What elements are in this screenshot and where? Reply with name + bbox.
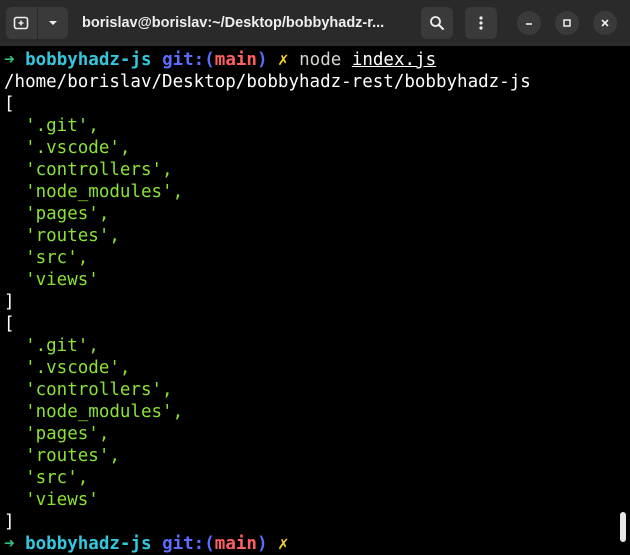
array-item: 'controllers', (25, 160, 173, 180)
array-item: '.vscode', (25, 138, 131, 158)
prompt-line: ➜ bobbyhadz-js git:(main) ✗ node index.j… (4, 50, 437, 70)
prompt-dirty-marker: ✗ (278, 534, 289, 554)
command-argument: index.js (351, 50, 437, 70)
array-item: 'pages', (25, 204, 110, 224)
prompt-git-label: git: (162, 534, 205, 554)
array-item: 'routes', (25, 226, 120, 246)
array-item: 'routes', (25, 446, 120, 466)
prompt-arrow: ➜ (4, 50, 15, 70)
close-icon (601, 19, 609, 27)
scrollbar-thumb[interactable] (620, 512, 626, 542)
array-item: '.vscode', (25, 358, 131, 378)
cwd-output: /home/borislav/Desktop/bobbyhadz-rest/bo… (4, 72, 531, 92)
terminal-output[interactable]: ➜ bobbyhadz-js git:(main) ✗ node index.j… (0, 47, 616, 555)
array-item: 'views' (25, 270, 99, 290)
new-tab-icon (13, 16, 29, 30)
array-item: '.git', (25, 336, 99, 356)
search-button[interactable] (421, 7, 453, 39)
search-icon (430, 16, 444, 30)
array-close-bracket: ] (4, 292, 15, 312)
array-item: 'src', (25, 468, 89, 488)
command-name: node (299, 50, 342, 70)
prompt-dirty-marker: ✗ (278, 50, 289, 70)
new-tab-split-button (6, 7, 68, 39)
minimize-button[interactable] (517, 11, 541, 35)
menu-button[interactable] (465, 7, 497, 39)
close-button[interactable] (593, 11, 617, 35)
tab-menu-button[interactable] (36, 7, 69, 39)
terminal-window: borislav@borislav:~/Desktop/bobbyhadz-r.… (0, 0, 630, 555)
prompt-git-label: git: (162, 50, 205, 70)
prompt-branch: main (214, 50, 257, 70)
array-open-bracket: [ (4, 94, 15, 114)
maximize-icon (563, 19, 571, 27)
array-item: 'controllers', (25, 380, 173, 400)
array-item: '.git', (25, 116, 99, 136)
window-title: borislav@borislav:~/Desktop/bobbyhadz-r.… (82, 15, 385, 31)
array-item: 'views' (25, 490, 99, 510)
new-tab-button[interactable] (6, 7, 37, 39)
prompt-branch: main (214, 534, 257, 554)
array-open-bracket: [ (4, 314, 15, 334)
prompt-arrow: ➜ (4, 534, 15, 554)
array-item: 'node_modules', (25, 402, 184, 422)
array-item: 'pages', (25, 424, 110, 444)
kebab-menu-icon (479, 16, 483, 30)
array-item: 'node_modules', (25, 182, 184, 202)
maximize-button[interactable] (555, 11, 579, 35)
prompt-directory: bobbyhadz-js (25, 534, 152, 554)
array-close-bracket: ] (4, 512, 15, 532)
chevron-down-icon (48, 21, 57, 25)
prompt-directory: bobbyhadz-js (25, 50, 152, 70)
minimize-icon (526, 23, 532, 25)
array-item: 'src', (25, 248, 89, 268)
title-bar: borislav@borislav:~/Desktop/bobbyhadz-r.… (0, 0, 630, 46)
prompt-line: ➜ bobbyhadz-js git:(main) ✗ (4, 534, 289, 554)
